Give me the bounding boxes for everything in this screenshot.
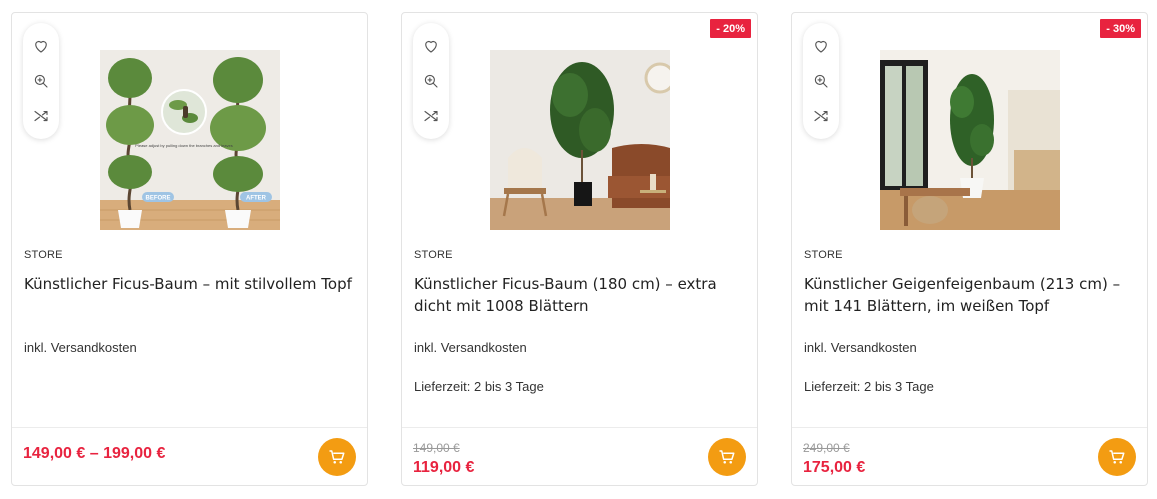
- product-actions: [23, 23, 59, 139]
- product-title[interactable]: Künstlicher Ficus-Baum (180 cm) – extra …: [414, 273, 744, 317]
- price: 149,00 € – 199,00 €: [23, 445, 166, 462]
- store-label[interactable]: STORE: [24, 249, 63, 261]
- old-price: 149,00 €: [413, 441, 460, 455]
- divider: [792, 427, 1147, 428]
- heart-icon[interactable]: [31, 36, 51, 56]
- heart-icon[interactable]: [421, 36, 441, 56]
- delivery-time: Lieferzeit: 2 bis 3 Tage: [804, 379, 934, 394]
- heart-icon[interactable]: [811, 36, 831, 56]
- discount-badge: - 30%: [1100, 19, 1141, 38]
- product-actions: [413, 23, 449, 139]
- store-label[interactable]: STORE: [414, 249, 453, 261]
- cart-icon: [1109, 450, 1125, 464]
- add-to-cart-button[interactable]: [318, 438, 356, 476]
- add-to-cart-button[interactable]: [708, 438, 746, 476]
- cart-icon: [329, 450, 345, 464]
- shuffle-icon[interactable]: [31, 106, 51, 126]
- divider: [12, 427, 367, 428]
- zoom-in-icon[interactable]: [811, 71, 831, 91]
- cart-icon: [719, 450, 735, 464]
- shipping-note: inkl. Versandkosten: [804, 340, 917, 355]
- shipping-note: inkl. Versandkosten: [414, 340, 527, 355]
- product-image[interactable]: [490, 50, 670, 230]
- price: 119,00 €: [413, 459, 475, 476]
- product-card: - 20% STORE Künstlicher Ficus-Baum (180 …: [401, 12, 758, 486]
- delivery-time: Lieferzeit: 2 bis 3 Tage: [414, 379, 544, 394]
- zoom-in-icon[interactable]: [421, 71, 441, 91]
- product-image[interactable]: Please adjust by pulling down the branch…: [100, 50, 280, 230]
- svg-text:BEFORE: BEFORE: [145, 196, 170, 202]
- product-title[interactable]: Künstlicher Geigenfeigenbaum (213 cm) – …: [804, 273, 1134, 317]
- price: 175,00 €: [803, 459, 866, 476]
- store-label[interactable]: STORE: [804, 249, 843, 261]
- add-to-cart-button[interactable]: [1098, 438, 1136, 476]
- zoom-in-icon[interactable]: [31, 71, 51, 91]
- shuffle-icon[interactable]: [421, 106, 441, 126]
- shuffle-icon[interactable]: [811, 106, 831, 126]
- product-title[interactable]: Künstlicher Ficus-Baum – mit stilvollem …: [24, 273, 354, 295]
- svg-text:AFTER: AFTER: [246, 196, 267, 202]
- product-actions: [803, 23, 839, 139]
- svg-text:Please adjust by pulling down: Please adjust by pulling down the branch…: [135, 143, 232, 148]
- product-image[interactable]: [880, 50, 1060, 230]
- discount-badge: - 20%: [710, 19, 751, 38]
- product-card: Please adjust by pulling down the branch…: [11, 12, 368, 486]
- divider: [402, 427, 757, 428]
- old-price: 249,00 €: [803, 441, 850, 455]
- shipping-note: inkl. Versandkosten: [24, 340, 137, 355]
- product-card: - 30% STORE Künstlicher Geigenfeigenbaum…: [791, 12, 1148, 486]
